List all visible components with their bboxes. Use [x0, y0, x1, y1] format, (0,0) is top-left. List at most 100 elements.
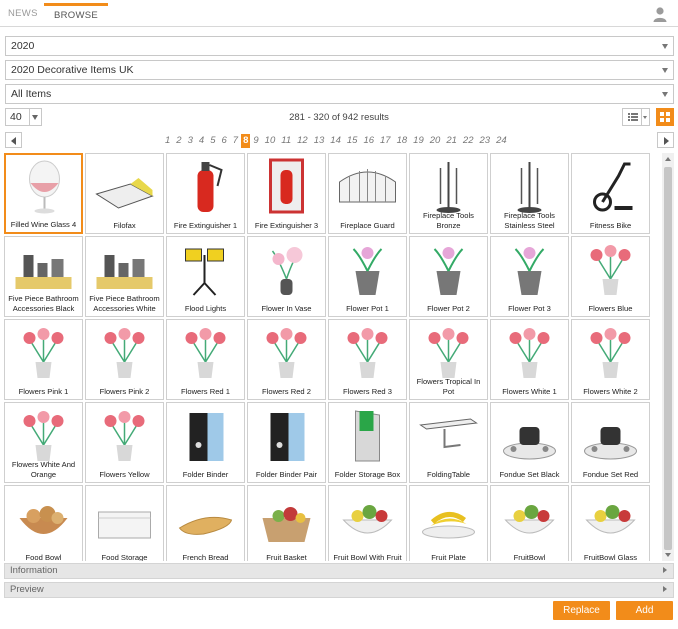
page-link[interactable]: 5: [207, 134, 218, 148]
page-link[interactable]: 9: [250, 134, 261, 148]
tab-news[interactable]: NEWS: [8, 3, 38, 25]
catalog-item[interactable]: Folder Binder: [166, 402, 245, 483]
catalog-item[interactable]: FruitBowl Glass: [571, 485, 650, 561]
catalog-item[interactable]: Flowers Red 1: [166, 319, 245, 400]
catalog-item[interactable]: Five Piece Bathroom Accessories Black: [4, 236, 83, 317]
page-link[interactable]: 18: [394, 134, 411, 148]
page-link[interactable]: 11: [278, 134, 294, 148]
catalog-item[interactable]: Flower Pot 3: [490, 236, 569, 317]
catalog-item[interactable]: Flood Lights: [166, 236, 245, 317]
catalog-item[interactable]: Fruit Basket: [247, 485, 326, 561]
page-link[interactable]: 8: [241, 134, 251, 148]
information-panel-header[interactable]: Information: [4, 563, 674, 579]
page-link[interactable]: 21: [443, 134, 460, 148]
catalog-item[interactable]: Fondue Set Black: [490, 402, 569, 483]
scrollbar-thumb[interactable]: [664, 167, 672, 550]
page-link[interactable]: 13: [311, 134, 328, 148]
catalog-item[interactable]: Flowers Red 3: [328, 319, 407, 400]
catalog-item[interactable]: Flowers Blue: [571, 236, 650, 317]
catalog-item[interactable]: Fitness Bike: [571, 153, 650, 234]
flowers-icon: [167, 322, 244, 382]
catalog-item[interactable]: Filled Wine Glass 4: [4, 153, 83, 234]
fireplace-tools-icon: [410, 156, 487, 216]
catalog-item[interactable]: FoldingTable: [409, 402, 488, 483]
chevron-down-icon: [662, 44, 668, 49]
item-grid-viewport: Filled Wine Glass 4 Filofax Fire Extinguis…: [4, 153, 660, 561]
grid-scrollbar[interactable]: [662, 153, 674, 561]
catalog-item[interactable]: Fire Extinguisher 3: [247, 153, 326, 234]
page-link[interactable]: 23: [476, 134, 493, 148]
flowers-icon: [572, 322, 649, 382]
page-link[interactable]: 24: [493, 134, 510, 148]
add-button[interactable]: Add: [616, 601, 673, 620]
page-link[interactable]: 7: [230, 134, 241, 148]
catalog-item[interactable]: Flowers Pink 2: [85, 319, 164, 400]
page-link[interactable]: 22: [460, 134, 477, 148]
catalog-item[interactable]: Fireplace Tools Stainless Steel: [490, 153, 569, 234]
scroll-up-icon[interactable]: [665, 157, 671, 161]
page-link[interactable]: 20: [427, 134, 444, 148]
information-panel-label: Information: [10, 565, 58, 576]
catalog-item[interactable]: Food Bowl: [4, 485, 83, 561]
preview-panel-header[interactable]: Preview: [4, 582, 674, 598]
food-bowl-icon: [5, 488, 82, 548]
page-link[interactable]: 2: [173, 134, 184, 148]
catalog-item[interactable]: Flowers Tropical In Pot: [409, 319, 488, 400]
catalog-item[interactable]: Fruit Bowl With Fruit: [328, 485, 407, 561]
tab-browse[interactable]: BROWSE: [44, 3, 109, 25]
scroll-down-icon[interactable]: [665, 553, 671, 557]
catalog-item[interactable]: Fire Extinguisher 1: [166, 153, 245, 234]
catalog-item[interactable]: Flowers White 2: [571, 319, 650, 400]
page-link[interactable]: 3: [185, 134, 196, 148]
page-link[interactable]: 14: [327, 134, 344, 148]
catalog-item[interactable]: Flower In Vase: [247, 236, 326, 317]
category-select[interactable]: All Items: [5, 84, 674, 104]
fruit-plate-icon: [410, 488, 487, 548]
catalog-item[interactable]: Filofax: [85, 153, 164, 234]
flowers-icon: [86, 322, 163, 382]
user-icon[interactable]: [652, 6, 668, 22]
flower-pot-icon: [329, 239, 406, 299]
page-link[interactable]: 17: [377, 134, 394, 148]
catalog-item[interactable]: Flowers Pink 1: [4, 319, 83, 400]
next-page-button[interactable]: [657, 132, 674, 148]
catalog-item-label: Flowers Red 1: [181, 386, 230, 396]
page-link[interactable]: 10: [262, 134, 279, 148]
catalog-item[interactable]: Folder Binder Pair: [247, 402, 326, 483]
catalog-item-label: FoldingTable: [426, 469, 471, 479]
catalog-item[interactable]: Flowers Yellow: [85, 402, 164, 483]
flower-pot-icon: [491, 239, 568, 299]
page-link[interactable]: 19: [410, 134, 427, 148]
catalog-item[interactable]: Food Storage: [85, 485, 164, 561]
flowers-icon: [248, 322, 325, 382]
previous-page-button[interactable]: [5, 132, 22, 148]
catalog-item[interactable]: FruitBowl: [490, 485, 569, 561]
catalog-item[interactable]: Fireplace Guard: [328, 153, 407, 234]
catalog-item[interactable]: Flower Pot 2: [409, 236, 488, 317]
catalog-item[interactable]: French Bread: [166, 485, 245, 561]
page-link[interactable]: 1: [162, 134, 173, 148]
catalog-select[interactable]: 2020 Decorative Items UK: [5, 60, 674, 80]
catalog-item[interactable]: Flowers White And Orange: [4, 402, 83, 483]
catalog-item[interactable]: Fondue Set Red: [571, 402, 650, 483]
catalog-item-label: Flower In Vase: [261, 303, 312, 313]
year-select[interactable]: 2020: [5, 36, 674, 56]
list-view-button[interactable]: [622, 108, 650, 126]
page-link[interactable]: 6: [218, 134, 229, 148]
page-link[interactable]: 15: [344, 134, 361, 148]
catalog-item[interactable]: Flowers White 1: [490, 319, 569, 400]
catalog-item[interactable]: Folder Storage Box: [328, 402, 407, 483]
grid-view-button[interactable]: [656, 108, 674, 126]
catalog-item[interactable]: Flowers Red 2: [247, 319, 326, 400]
catalog-item[interactable]: Fireplace Tools Bronze: [409, 153, 488, 234]
chevron-down-icon: [662, 92, 668, 97]
catalog-item[interactable]: Fruit Plate: [409, 485, 488, 561]
catalog-item-label: FruitBowl: [513, 552, 546, 562]
page-link[interactable]: 16: [360, 134, 377, 148]
page-link[interactable]: 12: [294, 134, 311, 148]
page-link[interactable]: 4: [196, 134, 207, 148]
catalog-item[interactable]: Five Piece Bathroom Accessories White: [85, 236, 164, 317]
catalog-item-label: Flowers Yellow: [99, 469, 150, 479]
catalog-item[interactable]: Flower Pot 1: [328, 236, 407, 317]
replace-button[interactable]: Replace: [553, 601, 610, 620]
